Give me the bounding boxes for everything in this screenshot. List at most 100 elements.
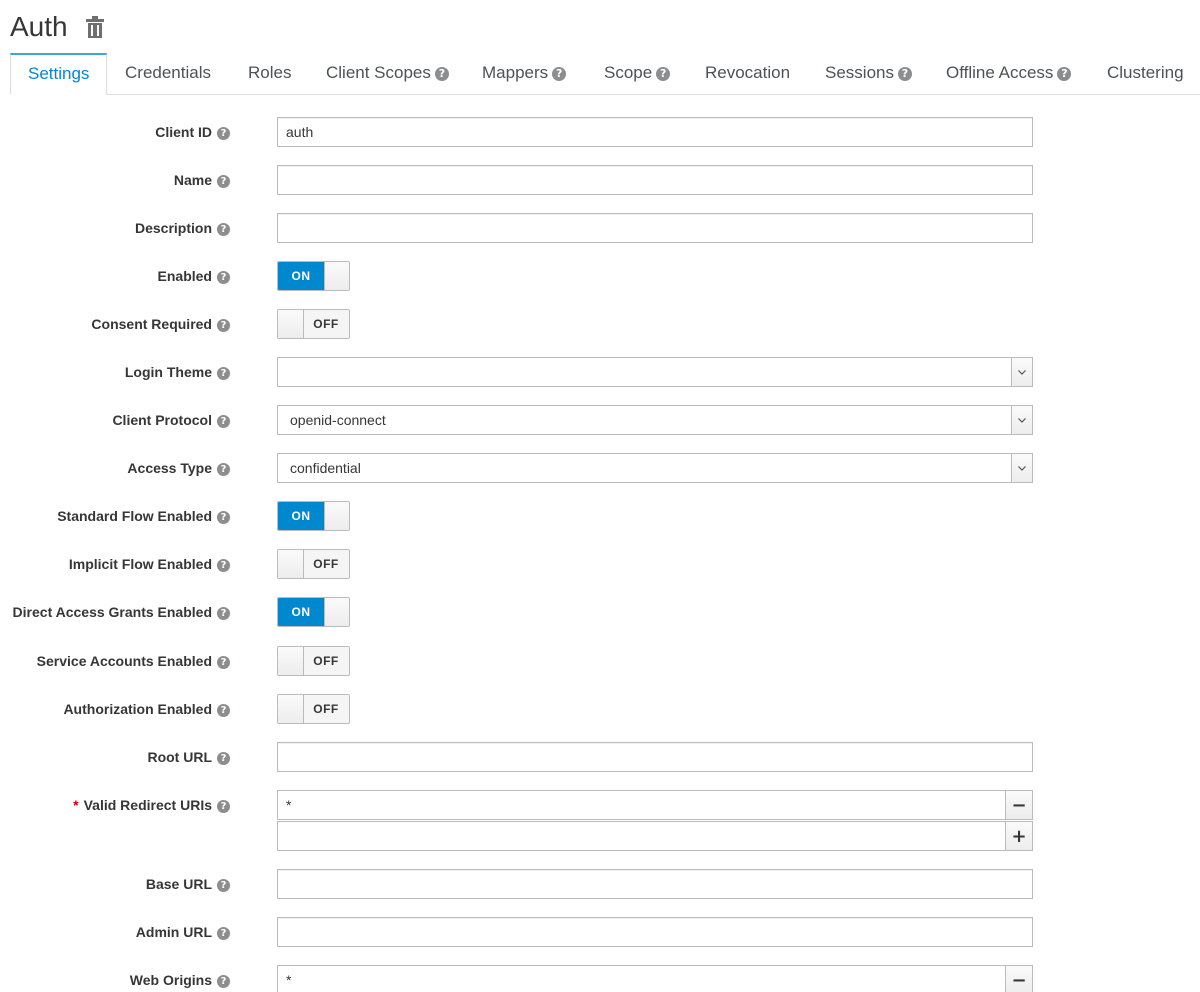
- help-icon[interactable]: ?: [217, 319, 230, 332]
- web-origins-row: Web Origins? −: [0, 965, 1200, 992]
- tab-credentials[interactable]: Credentials: [125, 53, 211, 93]
- label-text: Client Protocol: [112, 412, 212, 428]
- admin-url-input[interactable]: [277, 917, 1033, 947]
- required-marker: *: [73, 797, 79, 813]
- tab-label: Offline Access: [946, 63, 1054, 82]
- toggle-knob[interactable]: [278, 310, 304, 338]
- toggle-state-label: OFF: [303, 695, 349, 723]
- redirect-uri-entry: −: [277, 790, 1033, 820]
- web-origin-entry: −: [277, 965, 1033, 992]
- tab-offline-access[interactable]: Offline Access?: [946, 53, 1072, 93]
- admin-url-row: Admin URL?: [0, 917, 1200, 947]
- implicit-flow-row: Implicit Flow Enabled? OFF: [0, 549, 1200, 579]
- help-icon[interactable]: ?: [656, 67, 671, 81]
- help-icon[interactable]: ?: [552, 67, 567, 81]
- label-text: Base URL: [145, 876, 212, 892]
- help-icon[interactable]: ?: [217, 415, 230, 428]
- remove-button[interactable]: −: [1005, 790, 1033, 820]
- field-label: Service Accounts Enabled?: [37, 646, 230, 676]
- help-icon[interactable]: ?: [217, 656, 230, 669]
- help-icon[interactable]: ?: [217, 975, 230, 988]
- login-theme-select[interactable]: [277, 357, 1033, 387]
- select-value: confidential: [290, 460, 361, 476]
- valid-redirect-uris-row: *Valid Redirect URIs? −: [0, 790, 1200, 820]
- redirect-uri-input[interactable]: [277, 790, 1006, 820]
- tab-label: Scope: [604, 63, 653, 82]
- tab-mappers[interactable]: Mappers?: [482, 53, 567, 93]
- help-icon[interactable]: ?: [217, 800, 230, 813]
- field-label: Description?: [135, 213, 230, 243]
- tab-roles[interactable]: Roles: [248, 53, 291, 93]
- label-text: Consent Required: [91, 316, 212, 332]
- toggle-knob[interactable]: [278, 695, 304, 723]
- consent-required-toggle[interactable]: OFF: [277, 309, 350, 339]
- toggle-state-label: OFF: [303, 647, 349, 675]
- field-label: Access Type?: [127, 453, 230, 483]
- authorization-toggle[interactable]: OFF: [277, 694, 350, 724]
- standard-flow-toggle[interactable]: ON: [277, 501, 350, 531]
- field-label: Implicit Flow Enabled?: [69, 549, 230, 579]
- chevron-down-icon: [1011, 454, 1032, 482]
- help-icon[interactable]: ?: [217, 511, 230, 524]
- add-button[interactable]: +: [1005, 821, 1033, 851]
- help-icon[interactable]: ?: [217, 752, 230, 765]
- select-value: openid-connect: [290, 412, 386, 428]
- direct-access-toggle[interactable]: ON: [277, 597, 350, 627]
- toggle-state-label: OFF: [303, 550, 349, 578]
- enabled-toggle[interactable]: ON: [277, 261, 350, 291]
- login-theme-row: Login Theme?: [0, 357, 1200, 387]
- help-icon[interactable]: ?: [897, 67, 912, 81]
- toggle-knob[interactable]: [278, 550, 304, 578]
- help-icon[interactable]: ?: [217, 271, 230, 284]
- client-id-input[interactable]: [277, 117, 1033, 147]
- label-text: Authorization Enabled: [63, 701, 212, 717]
- help-icon[interactable]: ?: [217, 463, 230, 476]
- help-icon[interactable]: ?: [217, 879, 230, 892]
- help-icon[interactable]: ?: [1057, 67, 1072, 81]
- client-id-row: Client ID?: [0, 117, 1200, 147]
- toggle-knob[interactable]: [324, 598, 349, 626]
- tab-client-scopes[interactable]: Client Scopes?: [326, 53, 449, 93]
- tab-label: Revocation: [705, 63, 791, 82]
- root-url-input[interactable]: [277, 742, 1033, 772]
- tab-scope[interactable]: Scope?: [604, 53, 671, 93]
- standard-flow-row: Standard Flow Enabled? ON: [0, 501, 1200, 531]
- tab-sessions[interactable]: Sessions?: [825, 53, 912, 93]
- description-input[interactable]: [277, 213, 1033, 243]
- tab-label: Clustering: [1107, 63, 1184, 82]
- implicit-flow-toggle[interactable]: OFF: [277, 549, 350, 579]
- field-label: Consent Required?: [91, 309, 230, 339]
- toggle-state-label: ON: [278, 598, 324, 626]
- remove-button[interactable]: −: [1005, 965, 1033, 992]
- base-url-input[interactable]: [277, 869, 1033, 899]
- help-icon[interactable]: ?: [217, 127, 230, 140]
- redirect-uri-new-input[interactable]: [277, 821, 1006, 851]
- label-text: Admin URL: [135, 924, 212, 940]
- root-url-row: Root URL?: [0, 742, 1200, 772]
- label-text: Enabled: [157, 268, 212, 284]
- client-protocol-row: Client Protocol? openid-connect: [0, 405, 1200, 435]
- help-icon[interactable]: ?: [217, 223, 230, 236]
- trash-icon[interactable]: [85, 16, 104, 38]
- help-icon[interactable]: ?: [217, 367, 230, 380]
- name-input[interactable]: [277, 165, 1033, 195]
- help-icon[interactable]: ?: [434, 67, 449, 81]
- toggle-knob[interactable]: [324, 502, 349, 530]
- field-label: Login Theme?: [125, 357, 230, 387]
- access-type-select[interactable]: confidential: [277, 453, 1033, 483]
- web-origin-input[interactable]: [277, 965, 1006, 992]
- toggle-knob[interactable]: [278, 647, 304, 675]
- label-text: Name: [173, 172, 212, 188]
- toggle-knob[interactable]: [324, 262, 349, 290]
- help-icon[interactable]: ?: [217, 704, 230, 717]
- help-icon[interactable]: ?: [217, 607, 230, 620]
- label-text: Description: [134, 220, 212, 236]
- help-icon[interactable]: ?: [217, 175, 230, 188]
- tab-revocation[interactable]: Revocation: [705, 53, 790, 93]
- help-icon[interactable]: ?: [217, 559, 230, 572]
- client-protocol-select[interactable]: openid-connect: [277, 405, 1033, 435]
- service-accounts-toggle[interactable]: OFF: [277, 646, 350, 676]
- tab-clustering[interactable]: Clustering: [1107, 53, 1184, 93]
- tab-settings[interactable]: Settings: [10, 53, 108, 95]
- help-icon[interactable]: ?: [217, 927, 230, 940]
